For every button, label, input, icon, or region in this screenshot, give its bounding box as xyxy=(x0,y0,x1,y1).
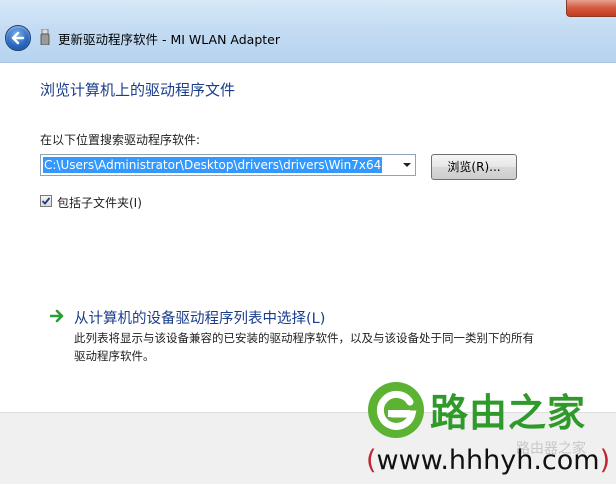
include-subfolders-label[interactable]: 包括子文件夹(I) xyxy=(57,194,142,211)
url-open-paren: ( xyxy=(366,445,377,476)
back-arrow-icon xyxy=(11,31,25,45)
title-bar: 更新驱动程序软件 - MI WLAN Adapter xyxy=(0,0,616,62)
url-close-paren: ) xyxy=(599,445,611,476)
close-button[interactable] xyxy=(566,0,616,17)
checkmark-icon xyxy=(41,197,51,205)
include-subfolders-checkbox[interactable] xyxy=(40,195,52,207)
watermark-url: (www.hhhyh.com) xyxy=(366,445,610,476)
back-button[interactable] xyxy=(5,25,31,51)
url-text: www.hhhyh.com xyxy=(376,445,600,476)
green-arrow-icon[interactable] xyxy=(50,309,66,323)
search-location-label: 在以下位置搜索驱动程序软件: xyxy=(40,133,201,147)
pick-from-list-description: 此列表将显示与该设备兼容的已安装的驱动程序软件，以及与该设备处于同一类别下的所有… xyxy=(74,331,534,363)
driver-path-combobox[interactable]: C:\Users\Administrator\Desktop\drivers\d… xyxy=(40,154,416,176)
page-heading: 浏览计算机上的驱动程序文件 xyxy=(40,81,236,99)
usb-device-icon xyxy=(40,29,50,45)
driver-path-input[interactable]: C:\Users\Administrator\Desktop\drivers\d… xyxy=(43,157,383,173)
wizard-content: 浏览计算机上的驱动程序文件 在以下位置搜索驱动程序软件: C:\Users\Ad… xyxy=(0,62,616,413)
chevron-down-icon[interactable] xyxy=(399,155,415,175)
router-home-logo-icon xyxy=(368,382,424,438)
window-title: 更新驱动程序软件 - MI WLAN Adapter xyxy=(58,32,280,47)
pick-from-device-list-link[interactable]: 从计算机的设备驱动程序列表中选择(L) xyxy=(74,307,325,328)
browse-button[interactable]: 浏览(R)... xyxy=(431,154,517,180)
watermark-logo-text: 路由之家 xyxy=(430,391,587,435)
